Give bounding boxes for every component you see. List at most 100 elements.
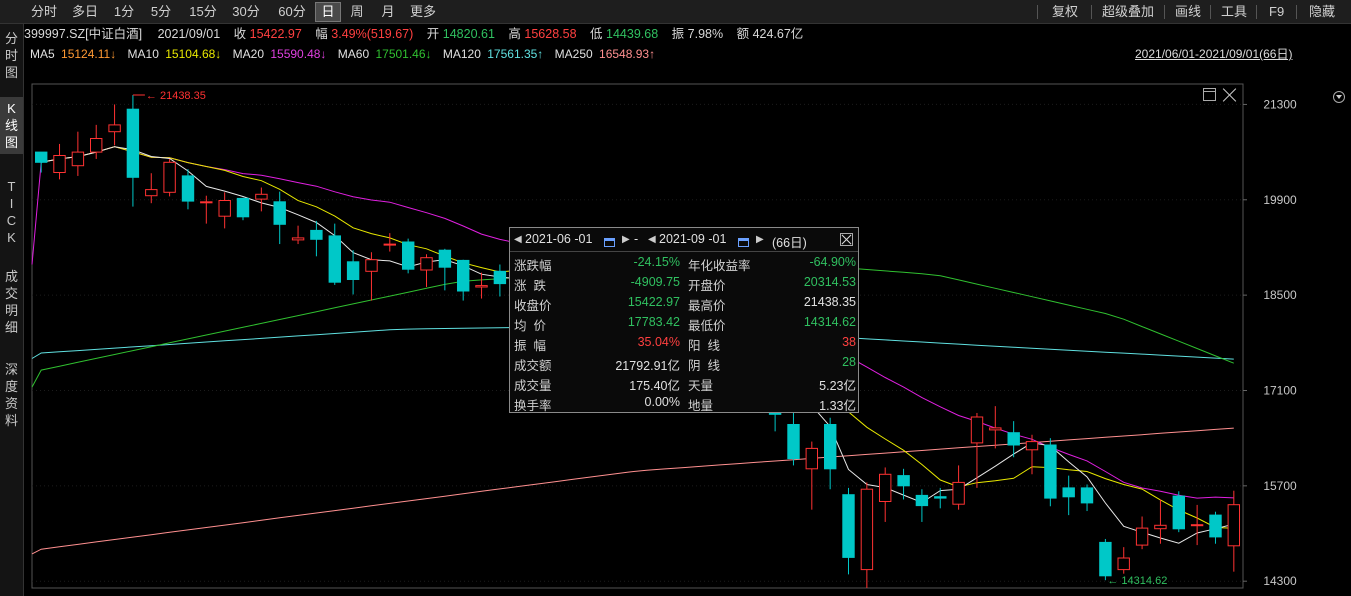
restore-icon[interactable] (1203, 88, 1216, 101)
candle-up (218, 200, 231, 217)
start-date[interactable]: 2021-06 -01 (525, 232, 592, 246)
y-tick-label: 18500 (1263, 288, 1297, 302)
close-value: 15422.97 (249, 27, 302, 41)
ma10-value: 15104.68↓ (165, 47, 222, 61)
candle-down (181, 175, 195, 202)
amount-label: 额 (736, 27, 750, 41)
stat-label: 开盘价 (688, 279, 726, 293)
stat-value: 21792.91亿 (615, 359, 680, 373)
stat-label: 涨 跌 (514, 279, 546, 293)
candle-up (163, 161, 176, 193)
tab-15min[interactable]: 15分 (186, 2, 220, 22)
stat-value: 17783.42 (627, 315, 680, 329)
stat-value: -4909.75 (630, 275, 680, 289)
sidebar-item-depth-info[interactable]: 深 度 资 料 (0, 361, 23, 429)
tab-more[interactable]: 更多 (406, 2, 440, 22)
sidebar-item-trade-details[interactable]: 成 交 明 细 (0, 268, 23, 336)
stat-label: 年化收益率 (688, 259, 751, 273)
tab-intraday[interactable]: 分时 (29, 2, 59, 22)
high-value: 15628.58 (524, 27, 577, 41)
stat-label: 涨跌幅 (514, 259, 552, 273)
y-tick-label: 14300 (1263, 574, 1297, 588)
stat-value: 21438.35 (803, 295, 856, 309)
candle-up (1135, 527, 1149, 546)
tab-multi-day[interactable]: 多日 (70, 2, 100, 22)
high-label: 高 (508, 27, 521, 41)
toolbar-divider (1164, 5, 1165, 19)
toolbar-divider (1296, 5, 1297, 19)
candle-down (897, 475, 910, 487)
prev-end-arrow-icon[interactable]: ◀ (648, 234, 656, 245)
candle-up (365, 259, 378, 272)
toolbar-divider (1256, 5, 1257, 19)
stat-value: 28 (842, 355, 856, 369)
calendar-icon[interactable] (604, 235, 615, 249)
tab-1min[interactable]: 1分 (112, 2, 136, 22)
calendar-icon[interactable] (738, 235, 749, 249)
tab-daily[interactable]: 日 (315, 2, 341, 22)
ma60-label: MA60 (337, 47, 370, 61)
restore-rights-button[interactable]: 复权 (1052, 2, 1078, 22)
date-range-selector[interactable]: 2021/06/01-2021/09/01(66日) (1135, 44, 1292, 64)
hide-button[interactable]: 隐藏 (1309, 2, 1335, 22)
candle-up (90, 138, 103, 153)
candle-up (145, 189, 158, 197)
sidebar-item-kline-chart[interactable]: K 线 图 (0, 97, 23, 154)
quote-date: 2021/09/01 (157, 27, 221, 41)
stat-value: -64.90% (809, 255, 856, 269)
candle-down (346, 261, 360, 280)
amount-value: 424.67亿 (752, 27, 804, 41)
sidebar-item-intraday-chart[interactable]: 分 时 图 (0, 30, 23, 81)
candle-down (328, 235, 342, 283)
next-start-arrow-icon[interactable]: ▶ (622, 234, 630, 245)
change-value: 3.49%(519.67) (331, 27, 414, 41)
security-code: 399997.SZ[中证白酒] (24, 27, 143, 41)
close-icon[interactable] (1222, 87, 1238, 103)
candle-down (1080, 487, 1094, 504)
candle-down (1172, 495, 1185, 530)
tools-button[interactable]: 工具 (1221, 2, 1247, 22)
tab-60min[interactable]: 60分 (275, 2, 309, 22)
candle-up (291, 237, 305, 241)
range-dash: - (634, 232, 639, 246)
tab-weekly[interactable]: 周 (346, 2, 368, 22)
stat-value: 38 (842, 335, 856, 349)
interval-header: ◀ 2021-06 -01 ▶ - ◀ 2021-09 -01 ▶ (66日) (510, 228, 858, 252)
ma20-label: MA20 (232, 47, 265, 61)
stat-value: 15422.97 (627, 295, 680, 309)
sidebar-item-tick[interactable]: T I C K (0, 178, 23, 246)
chevron-down-icon[interactable] (1333, 91, 1345, 103)
y-axis-labels: 21300 19900 18500 17100 15700 14300 (1243, 97, 1297, 588)
low-value: 14439.68 (606, 27, 659, 41)
f9-button[interactable]: F9 (1269, 2, 1284, 22)
tab-30min[interactable]: 30分 (229, 2, 263, 22)
stat-label: 成交额 (514, 359, 552, 373)
tab-monthly[interactable]: 月 (377, 2, 399, 22)
change-label: 幅 (315, 27, 328, 41)
ma20-value: 15590.48↓ (270, 47, 327, 61)
candle-up (71, 151, 85, 167)
candle-up (805, 447, 818, 470)
candle-down (1007, 432, 1020, 446)
ma120-label: MA120 (442, 47, 481, 61)
prev-start-arrow-icon[interactable]: ◀ (514, 234, 522, 245)
stat-label: 阳 线 (688, 339, 720, 353)
draw-line-button[interactable]: 画线 (1175, 2, 1201, 22)
candle-up (952, 481, 965, 505)
tab-5min[interactable]: 5分 (147, 2, 175, 22)
stat-label: 均 价 (514, 319, 546, 333)
super-overlay-button[interactable]: 超级叠加 (1102, 2, 1154, 22)
stat-label: 阴 线 (688, 359, 720, 373)
y-tick-label: 15700 (1263, 479, 1297, 493)
candle-down (273, 201, 286, 225)
end-date[interactable]: 2021-09 -01 (659, 232, 726, 246)
close-icon[interactable] (840, 233, 853, 246)
candle-down (35, 151, 48, 163)
candle-up (1025, 441, 1039, 451)
ma120-value: 17561.35↑ (487, 47, 544, 61)
next-end-arrow-icon[interactable]: ▶ (756, 234, 764, 245)
candle-up (200, 201, 213, 204)
candle-up (1117, 557, 1130, 571)
candle-down (1044, 444, 1057, 499)
candle-down (787, 424, 800, 460)
